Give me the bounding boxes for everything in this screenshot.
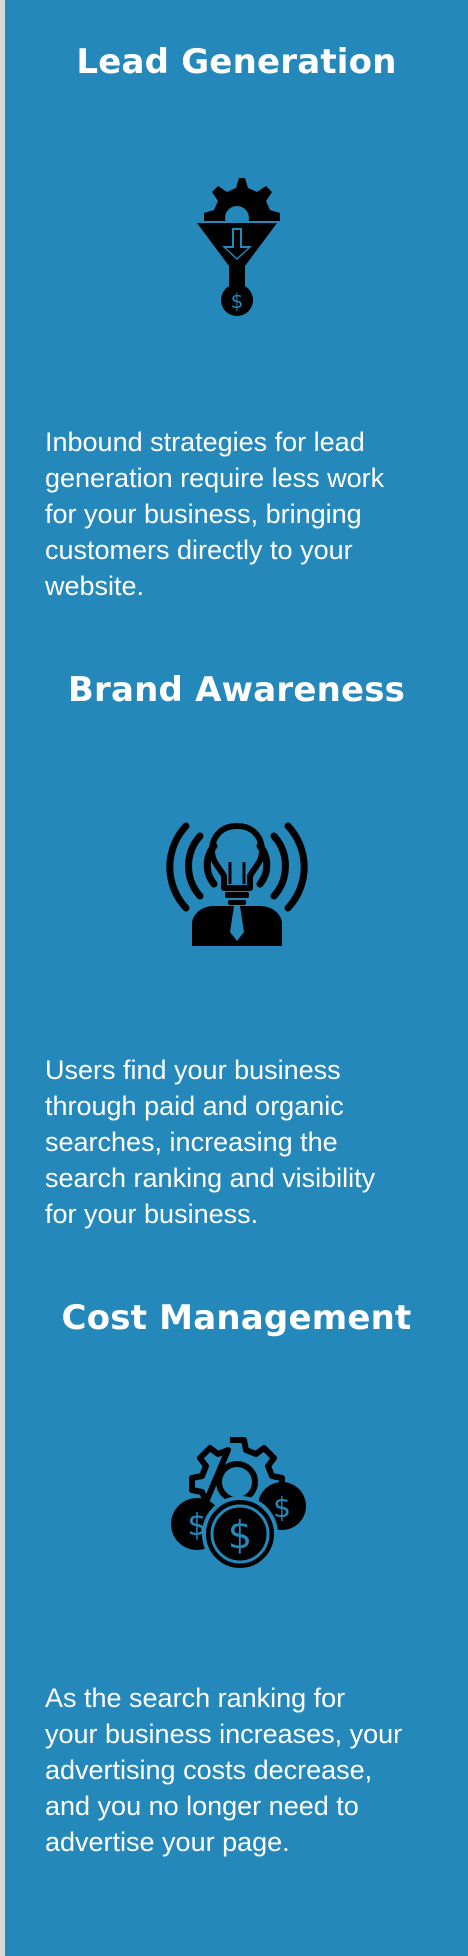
section-title: Cost Management bbox=[61, 1298, 412, 1338]
svg-text:$: $ bbox=[230, 289, 243, 313]
section-cost-management: Cost Management $ $ $ As the search rank… bbox=[5, 1256, 468, 1883]
svg-text:$: $ bbox=[273, 1491, 291, 1524]
svg-text:$: $ bbox=[227, 1513, 251, 1557]
section-title: Lead Generation bbox=[76, 42, 397, 82]
section-description: As the search ranking for your business … bbox=[45, 1683, 403, 1857]
section-title: Brand Awareness bbox=[67, 670, 406, 710]
page: Lead Generation $ Inbound strategies for… bbox=[0, 0, 468, 1956]
gear-coins-dollar-icon: $ $ $ bbox=[5, 1424, 468, 1574]
section-lead-generation: Lead Generation $ Inbound strategies for… bbox=[5, 0, 468, 627]
lightbulb-person-signal-icon bbox=[5, 796, 468, 946]
section-brand-awareness: Brand Awareness Users find your business… bbox=[5, 628, 468, 1255]
section-description: Inbound strategies for lead generation r… bbox=[45, 427, 385, 601]
benefits-panel: Lead Generation $ Inbound strategies for… bbox=[5, 0, 468, 1956]
funnel-gear-dollar-icon: $ bbox=[5, 168, 468, 318]
section-description: Users find your business through paid an… bbox=[45, 1055, 376, 1229]
